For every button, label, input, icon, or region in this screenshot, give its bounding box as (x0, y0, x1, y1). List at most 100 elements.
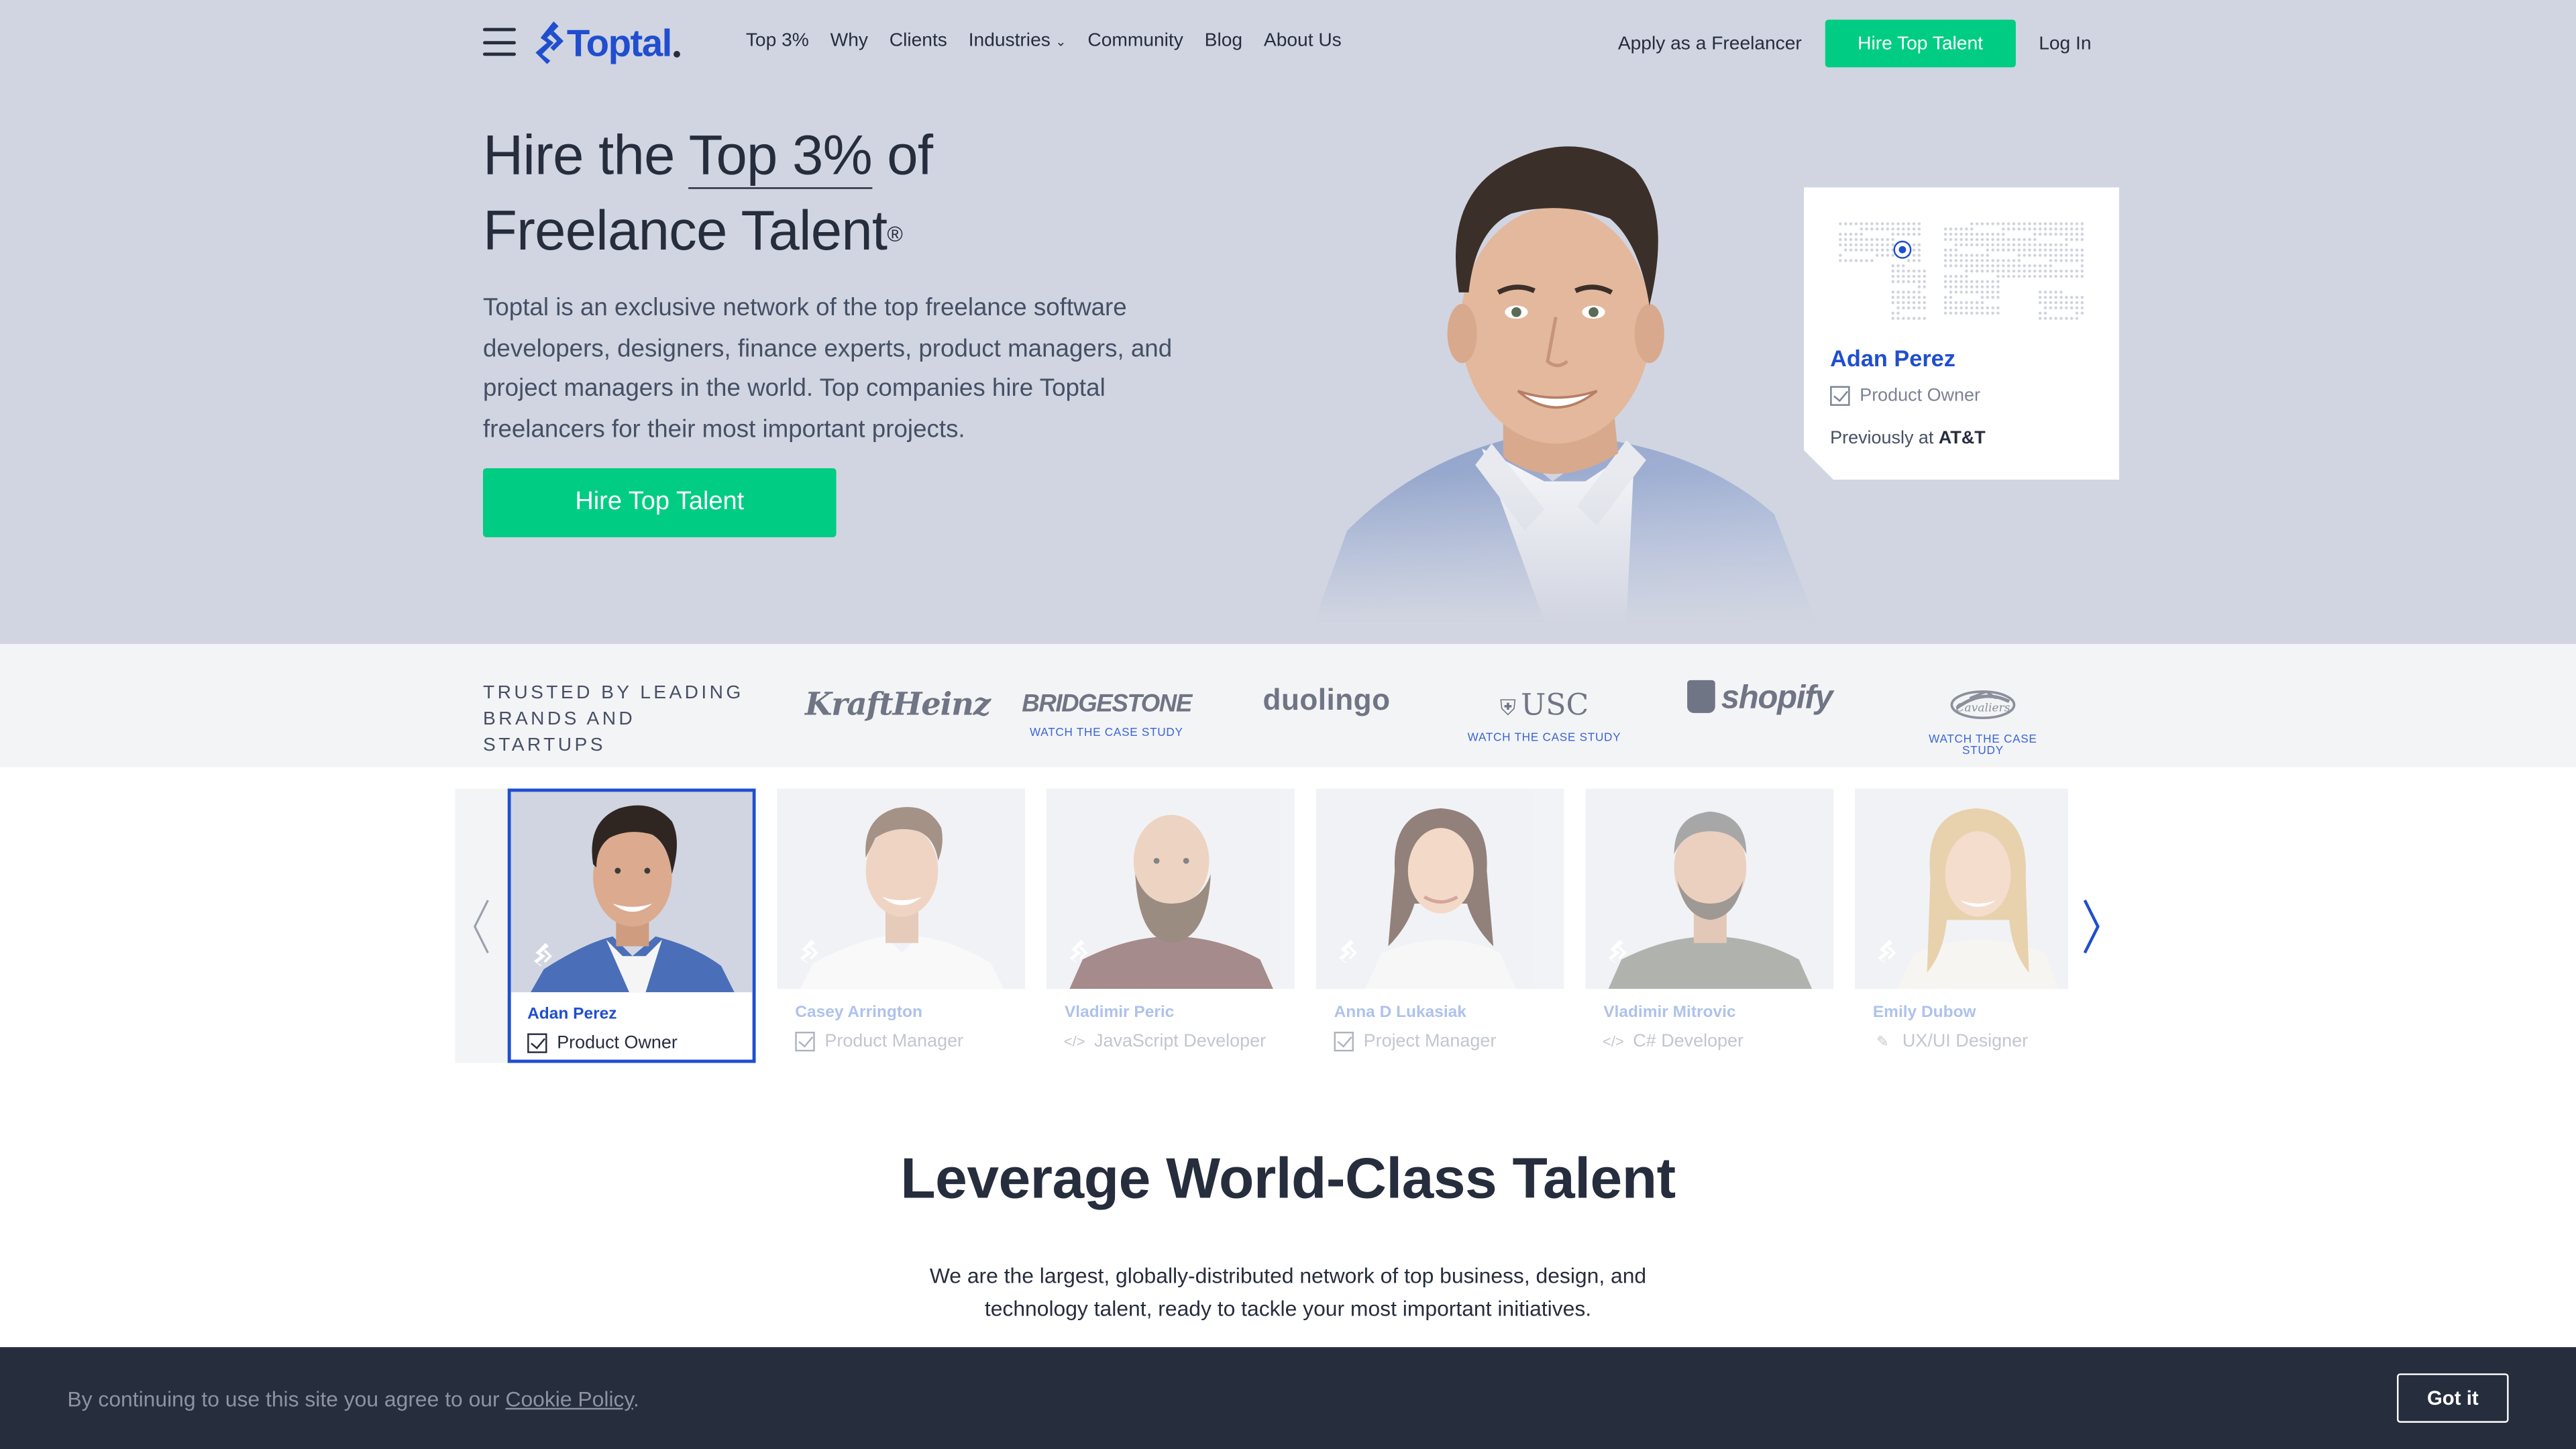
map-dot (2012, 238, 2015, 241)
map-dot (2028, 275, 2031, 278)
nav-link-community[interactable]: Community (1087, 32, 1183, 51)
map-dot (1918, 270, 1921, 272)
map-dot (1976, 222, 1978, 225)
hamburger-menu-icon[interactable] (483, 28, 516, 58)
cavaliers-case-study-link[interactable]: WATCH THE CASE STUDY (1909, 735, 2057, 757)
talent-card[interactable]: Anna D Lukasiak Project Manager (1316, 788, 1564, 1063)
carousel-prev-button[interactable] (455, 788, 510, 1063)
nav-link-about[interactable]: About Us (1264, 32, 1342, 51)
map-dot (1944, 249, 1947, 252)
map-dot (2049, 264, 2052, 267)
map-dot (2007, 270, 2010, 272)
map-dot (1839, 222, 1841, 225)
map-dot (2076, 259, 2078, 262)
map-dot (2065, 244, 2068, 246)
map-dot (2012, 275, 2015, 278)
map-dot (1844, 222, 1847, 225)
map-dot (2044, 249, 2047, 252)
map-dot (2039, 244, 2041, 246)
map-dot (1955, 249, 1957, 252)
map-dot (2007, 249, 2010, 252)
map-dot (2081, 238, 2084, 241)
map-dot (1965, 254, 1968, 256)
map-dot (1923, 307, 1926, 309)
map-dot (2081, 233, 2084, 235)
hero-description: Toptal is an exclusive network of the to… (483, 294, 1173, 443)
map-dot (1907, 222, 1910, 225)
talent-card[interactable]: Casey Arrington Product Manager (777, 788, 1026, 1063)
brand-usc[interactable]: ⛨ USC WATCH THE CASE STUDY (1467, 688, 1621, 744)
map-dot (1986, 233, 1989, 235)
brand-bridgestone[interactable]: BRIDGESTONE WATCH THE CASE STUDY (1022, 690, 1192, 739)
talent-card[interactable]: Vladimir Peric </> JavaScript Developer (1046, 788, 1295, 1063)
talent-photo (511, 792, 753, 993)
talent-card[interactable]: Vladimir Mitrovic </> C# Developer (1585, 788, 1834, 1063)
bridgestone-case-study-link[interactable]: WATCH THE CASE STUDY (1022, 728, 1191, 739)
map-dot (1955, 301, 1957, 304)
carousel-next-button[interactable] (2078, 789, 2106, 1063)
map-dot (2059, 270, 2062, 272)
toptal-logo[interactable]: Toptal (535, 19, 680, 66)
talent-card[interactable]: Emily Dubow ✎ UX/UI Designer (1854, 788, 2069, 1063)
map-dot (1965, 270, 1968, 272)
map-dot (2039, 296, 2041, 299)
talent-card[interactable]: Adan Perez Product Owner (507, 788, 756, 1063)
map-dot (2054, 296, 2057, 299)
map-dot (1955, 254, 1957, 256)
map-dot (2018, 227, 2021, 230)
map-dot (1923, 270, 1926, 272)
nav-link-top3[interactable]: Top 3% (746, 32, 809, 51)
map-dot (1855, 249, 1858, 252)
hire-top-talent-hero-button[interactable]: Hire Top Talent (483, 468, 837, 537)
map-dot (1892, 233, 1894, 235)
map-dot (2023, 238, 2025, 241)
map-dot (1860, 259, 1862, 262)
login-link[interactable]: Log In (2039, 34, 2091, 53)
apply-freelancer-link[interactable]: Apply as a Freelancer (1618, 34, 1802, 53)
map-dot (2018, 259, 2021, 262)
hire-top-talent-nav-button[interactable]: Hire Top Talent (1825, 19, 2016, 68)
brand-cavaliers[interactable]: Cavaliers WATCH THE CASE STUDY (1909, 685, 2057, 757)
cookie-accept-button[interactable]: Got it (2397, 1373, 2509, 1423)
brand-usc-name: USC (1521, 688, 1589, 723)
map-dot (2049, 270, 2052, 272)
map-dot (1944, 296, 1947, 299)
map-dot (1896, 290, 1899, 293)
map-dot (1976, 254, 1978, 256)
map-dot (1913, 296, 1915, 299)
map-dot (1986, 259, 1989, 262)
map-dot (2059, 249, 2062, 252)
map-dot (1918, 285, 1921, 288)
brand-name: Toptal (566, 20, 672, 64)
map-dot (2076, 317, 2078, 319)
map-dot (1996, 249, 1999, 252)
nav-link-clients[interactable]: Clients (890, 32, 947, 51)
map-dot (1881, 249, 1884, 252)
shopify-bag-icon (1686, 680, 1715, 713)
toptal-badge-icon (1878, 939, 1896, 963)
talent-photo (1316, 788, 1564, 989)
map-dot (1970, 227, 1973, 230)
map-dot (2039, 264, 2041, 267)
map-dot (1849, 259, 1852, 262)
cookie-policy-link[interactable]: Cookie Policy (505, 1387, 633, 1411)
map-dot (1996, 264, 1999, 267)
map-dot (1986, 307, 1989, 309)
map-dot (1991, 233, 1994, 235)
nav-link-blog[interactable]: Blog (1205, 32, 1242, 51)
map-dot (2023, 254, 2025, 256)
map-dot (1949, 290, 1952, 293)
nav-link-industries[interactable]: Industries ⌄ (969, 32, 1067, 51)
map-dot (1907, 301, 1910, 304)
map-dot (1902, 307, 1904, 309)
logo-dot (673, 50, 680, 58)
map-dot (2059, 317, 2062, 319)
cavaliers-logo-icon: Cavaliers (1950, 690, 2016, 720)
profile-card[interactable]: Adan Perez Product Owner Previously at A… (1804, 187, 2119, 480)
map-dot (2054, 290, 2057, 293)
talent-role-label: C# Developer (1633, 1031, 1744, 1052)
nav-link-why[interactable]: Why (830, 32, 868, 51)
usc-case-study-link[interactable]: WATCH THE CASE STUDY (1467, 733, 1621, 744)
map-dot (1970, 290, 1973, 293)
map-dot (1876, 254, 1878, 256)
